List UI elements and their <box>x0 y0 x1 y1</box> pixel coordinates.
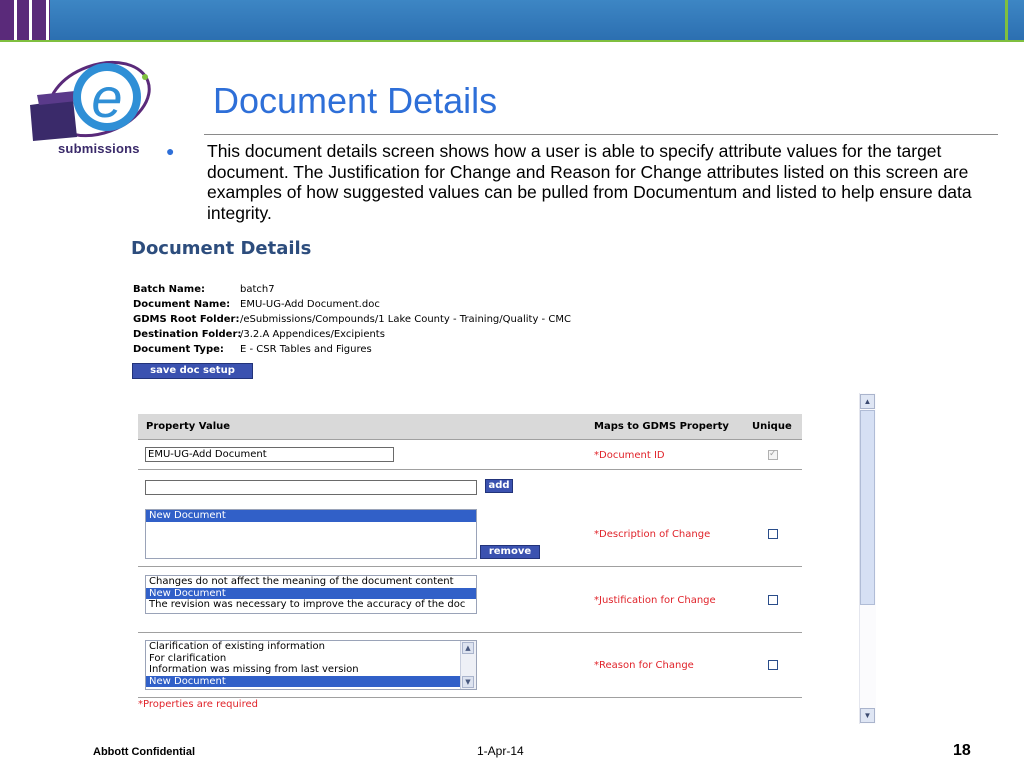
banner-stripe <box>46 0 49 42</box>
banner-purple-block <box>0 0 50 42</box>
meta-label: Document Type: <box>133 344 224 355</box>
scrollbar-thumb[interactable] <box>860 410 875 605</box>
description-property: *Description of Change <box>594 529 711 540</box>
bullet-icon: ● <box>166 143 175 159</box>
description-input[interactable] <box>145 480 477 495</box>
justification-list[interactable]: Changes do not affect the meaning of the… <box>145 575 477 614</box>
meta-label: Document Name: <box>133 299 231 310</box>
meta-row: Document Type: E - CSR Tables and Figures <box>133 342 571 357</box>
banner-stripe <box>14 0 17 42</box>
page-number: 18 <box>953 742 971 759</box>
remove-button[interactable]: remove <box>480 545 540 559</box>
document-id-property: *Document ID <box>594 450 665 461</box>
logo-text: submissions <box>58 141 140 156</box>
footer-date: 1-Apr-14 <box>477 744 524 758</box>
meta-label: GDMS Root Folder: <box>133 314 240 325</box>
chevron-up-icon[interactable]: ▲ <box>462 642 474 654</box>
list-item[interactable]: New Document <box>146 510 476 522</box>
screen-title: Document Details <box>131 238 312 259</box>
slide-title: Document Details <box>213 80 498 121</box>
meta-label: Destination Folder: <box>133 329 242 340</box>
list-item[interactable]: Clarification of existing information <box>146 641 476 653</box>
banner-stripe <box>29 0 32 42</box>
justification-unique-checkbox[interactable] <box>768 595 778 605</box>
header-maps-to: Maps to GDMS Property <box>594 421 729 432</box>
description-list[interactable]: New Document <box>145 509 477 559</box>
meta-value: /eSubmissions/Compounds/1 Lake County - … <box>240 314 571 325</box>
row-divider <box>138 632 802 633</box>
logo-letter: e <box>91 66 122 129</box>
save-doc-setup-button[interactable]: save doc setup <box>132 363 253 379</box>
meta-value: EMU-UG-Add Document.doc <box>240 299 380 310</box>
meta-value: /3.2.A Appendices/Excipients <box>240 329 385 340</box>
reason-unique-checkbox[interactable] <box>768 660 778 670</box>
document-metadata: Batch Name: batch7 Document Name: EMU-UG-A… <box>133 282 571 357</box>
list-item[interactable]: Changes do not affect the meaning of the… <box>146 576 476 588</box>
row-divider <box>138 566 802 567</box>
properties-table-header: Property Value Maps to GDMS Property Uni… <box>138 414 802 439</box>
header-unique: Unique <box>752 421 792 432</box>
reason-property: *Reason for Change <box>594 660 694 671</box>
triangle-up-icon[interactable]: ▲ <box>860 394 875 409</box>
bullet-text: This document details screen shows how a… <box>207 141 972 223</box>
header-property-value: Property Value <box>146 421 231 432</box>
banner-green-stripe <box>1005 0 1008 42</box>
meta-value: E - CSR Tables and Figures <box>240 344 372 355</box>
row-divider <box>138 469 802 470</box>
top-banner <box>0 0 1024 42</box>
meta-label: Batch Name: <box>133 284 205 295</box>
document-id-input[interactable]: EMU-UG-Add Document <box>145 447 394 462</box>
list-item[interactable]: For clarification <box>146 653 476 665</box>
list-item[interactable]: Information was missing from last versio… <box>146 664 476 676</box>
list-item[interactable]: New Document <box>146 675 476 687</box>
list-item[interactable]: The revision was necessary to improve th… <box>146 599 476 611</box>
required-note: *Properties are required <box>138 699 258 710</box>
add-button[interactable]: add <box>485 479 513 493</box>
meta-row: GDMS Root Folder:/eSubmissions/Compounds… <box>133 312 571 327</box>
triangle-down-icon[interactable]: ▼ <box>860 708 875 723</box>
description-unique-checkbox[interactable] <box>768 529 778 539</box>
row-divider <box>138 697 802 698</box>
row-divider <box>138 439 802 440</box>
document-id-unique-checkbox <box>768 448 778 460</box>
meta-row: Destination Folder:/3.2.A Appendices/Exc… <box>133 327 571 342</box>
title-divider <box>204 134 998 135</box>
justification-property: *Justification for Change <box>594 595 716 606</box>
reason-list[interactable]: Clarification of existing information Fo… <box>145 640 477 690</box>
banner-rule <box>0 40 1024 42</box>
reason-list-scrollbar[interactable]: ▲ ▼ <box>460 641 476 689</box>
footer-confidential: Abbott Confidential <box>93 746 196 758</box>
meta-row: Document Name: EMU-UG-Add Document.doc <box>133 297 571 312</box>
list-item[interactable]: New Document <box>146 587 476 599</box>
page-scrollbar[interactable]: ▲ ▼ <box>859 393 876 724</box>
meta-row: Batch Name: batch7 <box>133 282 571 297</box>
chevron-down-icon[interactable]: ▼ <box>462 676 474 688</box>
meta-value: batch7 <box>240 284 275 295</box>
